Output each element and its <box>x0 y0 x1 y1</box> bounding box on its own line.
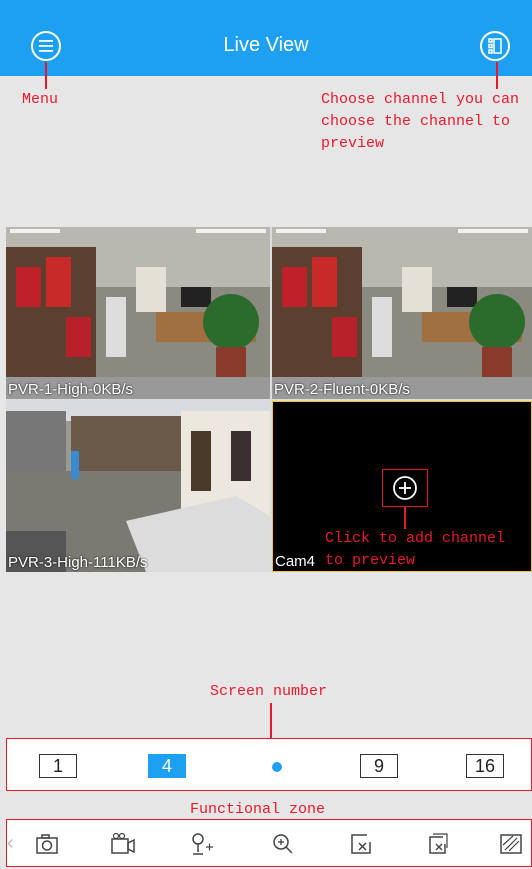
screen-16-button[interactable]: 16 <box>466 754 504 778</box>
camera-feed-courtyard <box>6 401 270 572</box>
page-indicator-dot <box>272 762 282 772</box>
video-tile-1[interactable]: PVR-1-High-0KB/s <box>6 227 270 399</box>
scroll-left-icon[interactable]: ‹ <box>7 832 14 855</box>
camera-feed-warehouse-1 <box>6 227 270 399</box>
record-icon <box>111 832 135 854</box>
record-button[interactable] <box>109 830 137 858</box>
tile-label: Cam4 <box>275 553 316 570</box>
channel-pointer-line <box>496 62 498 89</box>
add-channel-annotation: Click to add channel to preview <box>325 530 506 569</box>
channel-list-icon <box>488 38 502 54</box>
choose-channel-button[interactable] <box>480 31 510 61</box>
ptz-icon <box>192 833 213 855</box>
tile-label: PVR-3-High-111KB/s <box>8 554 148 571</box>
screen-number-bar: 1 4 9 16 <box>6 738 532 791</box>
zoom-in-icon <box>273 834 293 854</box>
tile-label: PVR-2-Fluent-0KB/s <box>274 381 410 398</box>
page-title: Live View <box>223 34 309 56</box>
close-all-icon <box>429 833 448 854</box>
functional-zone-annotation: Functional zone <box>190 801 326 818</box>
close-channel-icon <box>351 834 371 854</box>
ptz-button[interactable] <box>187 830 215 858</box>
close-all-button[interactable] <box>425 830 453 858</box>
osd-text <box>276 229 528 235</box>
live-view-grid: PVR-1-High-0KB/s PVR-2-Fluent-0KB/s PVR-… <box>6 227 532 572</box>
screen-1-button[interactable]: 1 <box>39 754 77 778</box>
functional-toolbar: ‹ <box>6 819 532 867</box>
screen-number-annotation: Screen number <box>210 683 328 700</box>
zoom-in-button[interactable] <box>269 830 297 858</box>
camera-feed-warehouse-2 <box>272 227 532 399</box>
screen-4-button[interactable]: 4 <box>148 754 186 778</box>
video-tile-2[interactable]: PVR-2-Fluent-0KB/s <box>272 227 532 399</box>
stretch-button[interactable] <box>497 830 525 858</box>
add-channel-button[interactable] <box>382 469 428 507</box>
add-channel-icon <box>393 476 417 500</box>
close-channel-button[interactable] <box>347 830 375 858</box>
camera-icon <box>36 834 58 854</box>
menu-pointer-line <box>45 62 47 89</box>
add-channel-pointer-line <box>404 506 406 529</box>
screen-9-button[interactable]: 9 <box>360 754 398 778</box>
tile-label: PVR-1-High-0KB/s <box>8 381 134 398</box>
osd-text <box>10 229 266 235</box>
video-tile-3[interactable]: PVR-3-High-111KB/s <box>6 401 270 572</box>
snapshot-button[interactable] <box>33 830 61 858</box>
app-header: Live View <box>0 0 532 76</box>
stretch-icon <box>500 834 522 854</box>
choose-channel-annotation: Choose channel you can choose the channe… <box>321 91 520 152</box>
screen-number-pointer-line <box>270 703 272 738</box>
menu-annotation: Menu <box>22 91 59 108</box>
